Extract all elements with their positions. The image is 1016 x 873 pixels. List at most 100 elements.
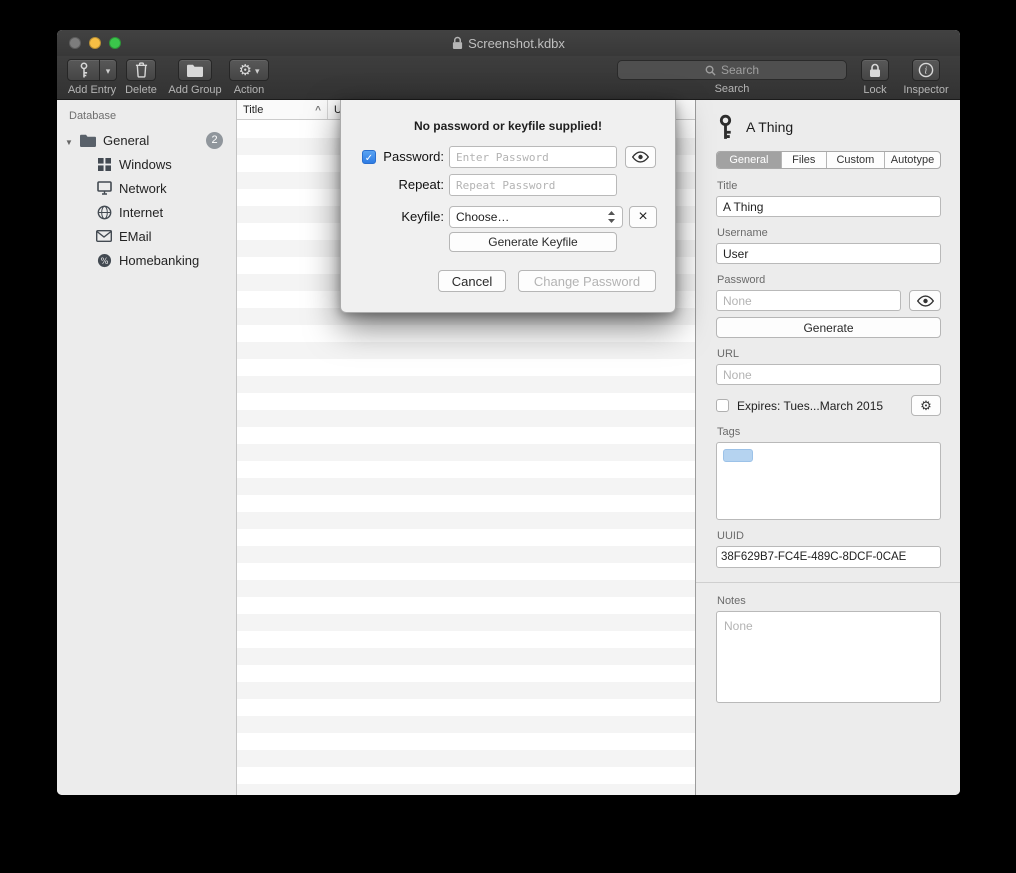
action-button[interactable]	[229, 59, 269, 81]
search-icon	[705, 65, 716, 76]
column-label: Title	[243, 104, 263, 116]
lock-label: Lock	[863, 84, 886, 96]
clear-keyfile-button[interactable]	[629, 206, 657, 228]
inspector-tabs: General Files Custom Autotype	[716, 151, 941, 169]
delete-group: Delete	[121, 59, 161, 96]
window-title-area: Screenshot.kdbx	[452, 36, 565, 51]
username-field-label: Username	[717, 227, 941, 239]
add-entry-button[interactable]	[67, 59, 117, 81]
chevron-down-icon	[255, 61, 260, 79]
title-field[interactable]	[716, 196, 941, 217]
repeat-password-input[interactable]	[449, 174, 617, 196]
gear-icon	[239, 61, 252, 80]
globe-icon	[95, 204, 113, 221]
disclosure-triangle-icon[interactable]	[65, 133, 79, 148]
key-icon	[68, 60, 99, 80]
lock-button[interactable]	[861, 59, 889, 81]
folder-icon	[187, 64, 203, 77]
generate-keyfile-button[interactable]: Generate Keyfile	[449, 232, 617, 252]
expires-label: Expires: Tues...March 2015	[737, 399, 903, 413]
key-icon	[716, 114, 735, 141]
username-field[interactable]	[716, 243, 941, 264]
cancel-button[interactable]: Cancel	[438, 270, 506, 292]
add-entry-label: Add Entry	[68, 84, 116, 96]
trash-icon	[135, 62, 148, 78]
password-input[interactable]	[449, 146, 617, 168]
search-group: Search Search	[615, 59, 849, 95]
action-group: Action	[229, 59, 269, 96]
reveal-password-button[interactable]	[625, 146, 656, 168]
action-label: Action	[234, 84, 265, 96]
keyfile-popup[interactable]: Choose…	[449, 206, 623, 228]
password-row	[716, 290, 941, 311]
sheet-message: No password or keyfile supplied!	[341, 119, 675, 133]
tab-autotype[interactable]: Autotype	[884, 152, 940, 168]
email-icon	[95, 228, 113, 245]
add-entry-group: Add Entry	[63, 59, 121, 96]
sidebar-item-label: Internet	[119, 205, 163, 220]
password-field-label: Password	[717, 274, 941, 286]
url-field-label: URL	[717, 348, 941, 360]
search-input[interactable]: Search	[617, 60, 847, 80]
tag-chip[interactable]	[723, 449, 753, 462]
sidebar-item-label: Windows	[119, 157, 172, 172]
sort-ascending-icon	[315, 104, 321, 116]
folder-icon	[79, 132, 97, 149]
divider	[696, 582, 960, 583]
notes-field[interactable]: None	[716, 611, 941, 703]
expires-settings-button[interactable]	[911, 395, 941, 416]
sidebar-item-network[interactable]: Network	[57, 176, 236, 200]
close-x-icon	[638, 209, 647, 225]
change-password-button[interactable]: Change Password	[518, 270, 656, 292]
password-checkbox[interactable]	[362, 150, 376, 164]
expires-checkbox[interactable]	[716, 399, 729, 412]
repeat-label: Repeat:	[378, 174, 444, 196]
sidebar-item-windows[interactable]: Windows	[57, 152, 236, 176]
minimize-button[interactable]	[89, 37, 101, 49]
sidebar-item-label: General	[103, 133, 149, 148]
close-button[interactable]	[69, 37, 81, 49]
password-label: Password:	[378, 146, 444, 168]
add-entry-dropdown[interactable]	[99, 60, 116, 80]
inspector-button[interactable]: i	[912, 59, 940, 81]
homebanking-icon: %	[95, 252, 113, 269]
notes-placeholder: None	[724, 619, 753, 633]
uuid-field[interactable]	[716, 546, 941, 568]
document-lock-icon	[452, 36, 463, 50]
title-field-label: Title	[717, 180, 941, 192]
notes-label: Notes	[717, 595, 941, 607]
entry-header: A Thing	[716, 112, 941, 142]
keyfile-popup-value: Choose…	[456, 210, 509, 224]
zoom-button[interactable]	[109, 37, 121, 49]
add-group-button[interactable]	[178, 59, 212, 81]
column-header-title[interactable]: Title	[237, 100, 328, 119]
tab-general[interactable]: General	[717, 152, 781, 168]
tags-box[interactable]	[716, 442, 941, 520]
eye-icon	[917, 295, 934, 307]
window-title: Screenshot.kdbx	[468, 36, 565, 51]
entry-count-badge: 2	[206, 132, 223, 149]
titlebar: Screenshot.kdbx	[57, 30, 960, 56]
svg-text:i: i	[925, 66, 928, 76]
sidebar-item-internet[interactable]: Internet	[57, 200, 236, 224]
popup-chevrons-icon	[607, 210, 616, 224]
url-field[interactable]	[716, 364, 941, 385]
eye-icon	[632, 151, 649, 163]
sidebar-item-homebanking[interactable]: % Homebanking	[57, 248, 236, 272]
inspector-label: Inspector	[903, 84, 948, 96]
sidebar-item-general[interactable]: General 2	[57, 128, 236, 152]
reveal-password-button[interactable]	[909, 290, 941, 311]
sidebar-item-label: Network	[119, 181, 167, 196]
inspector-group: i Inspector	[895, 59, 957, 96]
generate-password-button[interactable]: Generate	[716, 317, 941, 338]
change-password-sheet: No password or keyfile supplied! Passwor…	[340, 100, 676, 313]
inspector-panel: A Thing General Files Custom Autotype Ti…	[695, 100, 960, 795]
password-field[interactable]	[716, 290, 901, 311]
sidebar-item-email[interactable]: EMail	[57, 224, 236, 248]
delete-button[interactable]	[126, 59, 156, 81]
tab-files[interactable]: Files	[781, 152, 826, 168]
entry-title: A Thing	[746, 119, 793, 135]
tab-custom[interactable]: Custom	[826, 152, 884, 168]
sidebar-item-label: Homebanking	[119, 253, 199, 268]
tags-label: Tags	[717, 426, 941, 438]
